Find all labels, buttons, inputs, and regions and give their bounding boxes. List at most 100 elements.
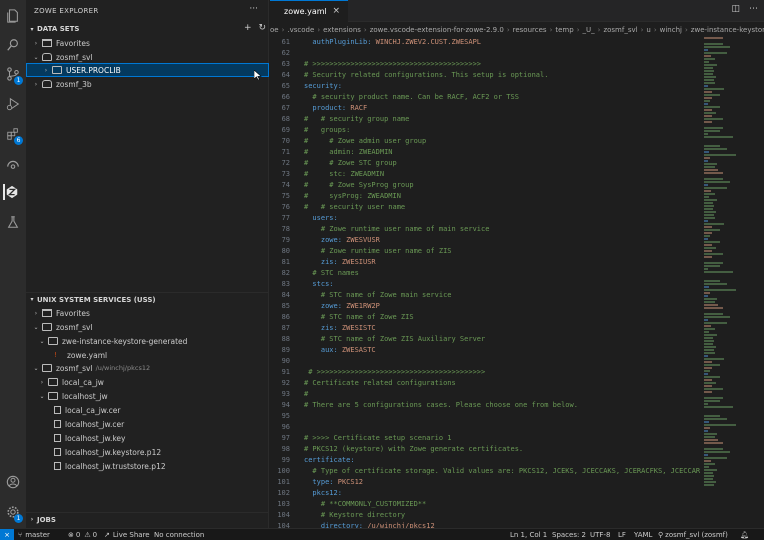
code-text: # >>>> Certificate setup scenario 1	[304, 434, 452, 442]
remote-indicator-icon[interactable]: ⨯	[0, 528, 14, 540]
tree-item-selected[interactable]: › USER.PROCLIB	[26, 63, 269, 77]
split-editor-icon[interactable]: ◫	[731, 4, 740, 14]
tab-zowe-yaml[interactable]: zowe.yaml ×	[270, 0, 348, 22]
breadcrumb-item[interactable]: extensions	[323, 26, 361, 34]
section-header-uss[interactable]: ▾ UNIX SYSTEM SERVICES (USS)	[26, 292, 269, 306]
code-editor[interactable]: 61 authPluginLib: WINCHJ.ZWEV2.CUST.ZWES…	[270, 37, 700, 528]
tree-item[interactable]: ⌄ zwe-instance-keystore-generated	[26, 334, 269, 348]
breadcrumb-item[interactable]: winchj	[660, 26, 682, 34]
remote-explorer-icon[interactable]	[5, 156, 21, 172]
tree-item[interactable]: ⌄ localhost_jw	[26, 389, 269, 403]
add-icon[interactable]: +	[244, 23, 252, 33]
section-header-data-sets[interactable]: ▾ DATA SETS	[26, 22, 269, 36]
line-number: 94	[281, 401, 290, 409]
zowe-profile-status[interactable]: ⚲ zosmf_svl (zosmf)	[658, 529, 728, 540]
extensions-icon[interactable]: 6	[5, 126, 23, 145]
tree-item[interactable]: localhost_jw.keystore.p12	[26, 445, 269, 459]
tree-item[interactable]: local_ca_jw.cer	[26, 403, 269, 417]
tree-item[interactable]: › zosmf_3b	[26, 77, 269, 91]
minimap-line	[704, 103, 708, 105]
breadcrumb-item[interactable]: temp	[555, 26, 573, 34]
minimap-line	[704, 475, 714, 477]
source-control-badge: 1	[14, 76, 23, 85]
branch-status[interactable]: ⑂ master	[18, 529, 50, 540]
code-text: # STC name of Zowe ZIS	[304, 313, 414, 321]
chevron-down-icon: ▾	[30, 296, 34, 303]
chevron-down-icon: ⌄	[39, 337, 45, 345]
tree-item[interactable]: ⌄ zosmf_svl	[26, 50, 269, 64]
chevron-down-icon: ⌄	[33, 53, 39, 61]
settings-gear-icon[interactable]: 1	[5, 504, 23, 523]
yaml-key: product:	[304, 104, 347, 112]
tree-item[interactable]: › local_ca_jw	[26, 375, 269, 389]
code-text: # groups:	[304, 126, 351, 134]
line-number: 92	[281, 379, 290, 387]
account-icon[interactable]	[5, 474, 21, 490]
minimap-line	[704, 436, 715, 438]
zowe-explorer-icon[interactable]	[3, 184, 19, 200]
cursor-position[interactable]: Ln 1, Col 1	[510, 529, 547, 540]
breadcrumb-item[interactable]: oe	[270, 26, 279, 34]
breadcrumb-item[interactable]: _U_	[583, 26, 595, 34]
minimap-line	[704, 448, 723, 450]
minimap-line	[704, 253, 724, 255]
breadcrumb-item[interactable]: resources	[513, 26, 547, 34]
tree-item[interactable]: localhost_jw.key	[26, 431, 269, 445]
live-share-status[interactable]: ↗ Live Share	[104, 529, 150, 540]
breadcrumb-item[interactable]: u	[646, 26, 650, 34]
code-line: 75 # sysProg: ZWEADMIN	[270, 191, 700, 202]
breadcrumb-item[interactable]: zowe.vscode-extension-for-zowe-2.9.0	[370, 26, 504, 34]
tree-item[interactable]: localhost_jw.cer	[26, 417, 269, 431]
minimap-line	[704, 187, 727, 189]
minimap-line	[704, 133, 708, 135]
tree-item[interactable]: localhost_jw.truststore.p12	[26, 459, 269, 473]
testing-icon[interactable]	[5, 214, 21, 230]
chevron-right-icon: ›	[44, 66, 48, 74]
language-status[interactable]: YAML	[634, 529, 652, 540]
minimap-line	[704, 472, 714, 474]
minimap-line	[704, 169, 718, 171]
minimap-line	[704, 418, 728, 420]
code-line: 66 # security product name. Can be RACF,…	[270, 92, 700, 103]
minimap[interactable]	[700, 37, 760, 528]
breadcrumb-item[interactable]: zosmf_svl	[603, 26, 637, 34]
connection-status[interactable]: No connection	[154, 529, 204, 540]
minimap-line	[704, 439, 718, 441]
indentation-status[interactable]: Spaces: 2	[552, 529, 586, 540]
close-icon[interactable]: ×	[332, 6, 340, 16]
tree-item[interactable]: › Favorites	[26, 306, 269, 320]
sidebar-more-icon[interactable]: ···	[249, 4, 258, 14]
minimap-line	[704, 196, 709, 198]
minimap-line	[704, 319, 709, 321]
line-number: 80	[281, 247, 290, 255]
minimap-line	[704, 415, 720, 417]
code-line: 72 # # Zowe STC group	[270, 158, 700, 169]
refresh-icon[interactable]: ↻	[259, 23, 267, 33]
code-line: 71 # admin: ZWEADMIN	[270, 147, 700, 158]
source-control-icon[interactable]: 1	[5, 66, 23, 85]
tree-item[interactable]: ⌄ zosmf_svl /u/winchj/pkcs12	[26, 361, 269, 375]
activity-bar: 1 6 1	[0, 0, 26, 528]
tree-item[interactable]: ! zowe.yaml	[26, 348, 269, 362]
breadcrumb-item[interactable]: zwe-instance-keystore-generat	[691, 26, 764, 34]
tree-item[interactable]: › Favorites	[26, 36, 269, 50]
eol-status[interactable]: LF	[618, 529, 626, 540]
minimap-line	[704, 151, 710, 153]
minimap-line	[704, 454, 709, 456]
breadcrumb-separator: ›	[549, 26, 553, 34]
problems-status[interactable]: ⊗ 0 ⚠ 0	[68, 529, 97, 540]
minimap-line	[704, 331, 709, 333]
section-header-jobs[interactable]: › JOBS	[26, 512, 269, 526]
search-icon[interactable]	[5, 37, 21, 53]
explorer-icon[interactable]	[5, 8, 21, 24]
more-actions-icon[interactable]: ⋯	[749, 4, 758, 14]
run-debug-icon[interactable]	[5, 96, 21, 112]
encoding-status[interactable]: UTF-8	[590, 529, 610, 540]
code-text: # # Zowe admin user group	[304, 137, 427, 145]
minimap-line	[704, 58, 716, 60]
breadcrumb-item[interactable]: .vscode	[287, 26, 314, 34]
minimap-line	[704, 202, 714, 204]
notifications-status[interactable]: 🔔︎	[740, 529, 749, 540]
minimap-line	[704, 313, 723, 315]
tree-item[interactable]: ⌄ zosmf_svl	[26, 320, 269, 334]
